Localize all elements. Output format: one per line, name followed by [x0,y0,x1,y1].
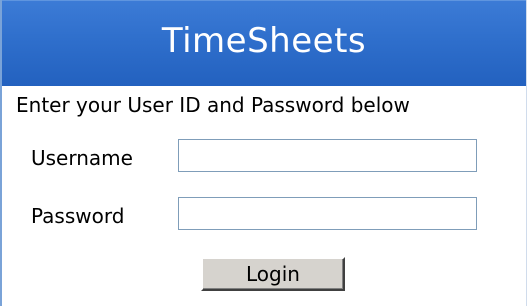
username-input[interactable] [178,139,477,172]
login-button[interactable]: Login [201,257,345,291]
login-panel: TimeSheets Enter your User ID and Passwo… [0,0,527,306]
username-label: Username [31,146,133,170]
header-banner: TimeSheets [2,0,526,86]
login-instruction: Enter your User ID and Password below [16,93,410,117]
app-title: TimeSheets [161,21,367,61]
password-label: Password [31,204,125,228]
password-input[interactable] [178,197,477,230]
